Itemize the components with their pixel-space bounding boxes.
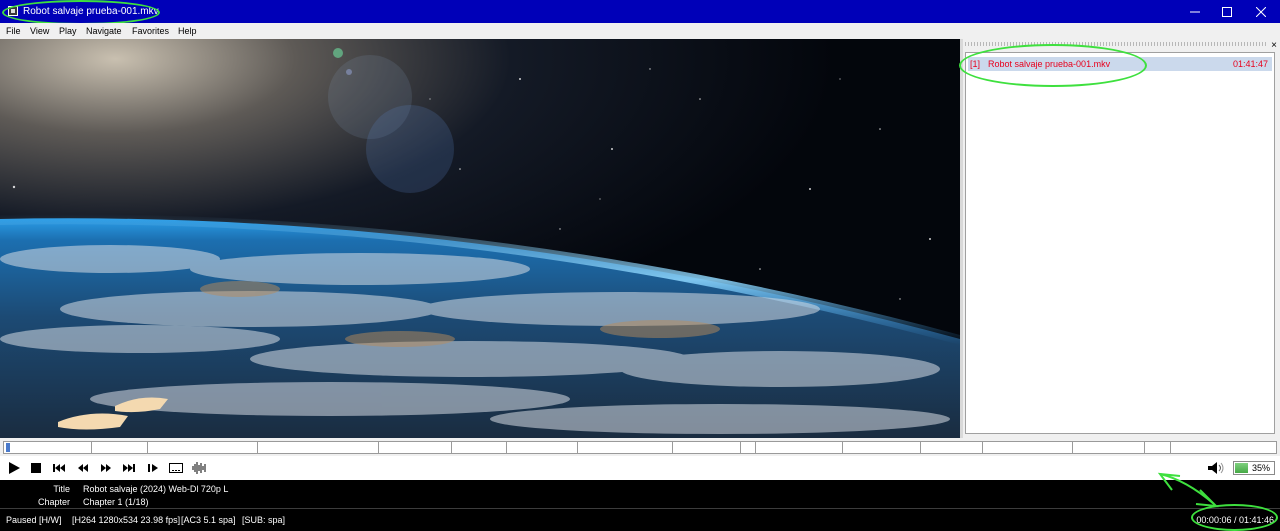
minimize-icon (1190, 11, 1200, 13)
maximize-button[interactable] (1212, 0, 1242, 23)
volume-text: 35% (1251, 463, 1270, 473)
menu-help[interactable]: Help (178, 26, 197, 36)
minimize-button[interactable] (1180, 0, 1210, 23)
chapter-mark (577, 442, 578, 453)
info-panel: Title Robot salvaje (2024) Web-Dl 720p L… (0, 480, 1280, 508)
info-title-value: Robot salvaje (2024) Web-Dl 720p L (83, 484, 229, 494)
volume-slider[interactable]: 35% (1233, 461, 1275, 475)
info-chapter-value: Chapter 1 (1/18) (83, 497, 149, 507)
video-frame[interactable] (0, 39, 960, 438)
seek-bar[interactable] (3, 441, 1277, 454)
chapter-mark (842, 442, 843, 453)
skip-back-icon[interactable] (51, 460, 67, 476)
maximize-icon (1222, 7, 1232, 17)
status-audio-info: [AC3 5.1 spa] (181, 515, 236, 525)
menu-favorites[interactable]: Favorites (132, 26, 169, 36)
annotation-arrow (1157, 472, 1219, 508)
chapter-mark (1144, 442, 1145, 453)
chapter-mark (257, 442, 258, 453)
menu-file[interactable]: File (6, 26, 21, 36)
status-state: Paused [H/W] (6, 515, 62, 525)
chapter-mark (672, 442, 673, 453)
menu-play[interactable]: Play (59, 26, 77, 36)
info-title-label: Title (53, 484, 70, 494)
status-subtitle-info: [SUB: spa] (242, 515, 286, 525)
playlist-panel: × [1] Robot salvaje prueba-001.mkv 01:41… (963, 39, 1280, 438)
menu-navigate[interactable]: Navigate (86, 26, 122, 36)
menu-bar: File View Play Navigate Favorites Help (0, 23, 1280, 39)
subtitles-icon[interactable] (168, 460, 184, 476)
playlist-list[interactable]: [1] Robot salvaje prueba-001.mkv 01:41:4… (965, 52, 1275, 434)
volume-level-fill (1235, 463, 1248, 473)
info-chapter-label: Chapter (37, 497, 70, 507)
menu-view[interactable]: View (30, 26, 49, 36)
chapter-mark (1072, 442, 1073, 453)
chapter-mark (982, 442, 983, 453)
video-earth-image (0, 39, 960, 438)
close-icon (1255, 6, 1267, 18)
control-bar: 35% (0, 456, 1280, 480)
status-bar: Paused [H/W] [H264 1280x534 23.98 fps] [… (0, 508, 1280, 531)
audio-waveform-icon[interactable] (191, 460, 207, 476)
chapter-mark (147, 442, 148, 453)
fast-forward-icon[interactable] (98, 460, 114, 476)
chapter-mark (1170, 442, 1171, 453)
play-icon[interactable] (6, 460, 22, 476)
chapter-mark (378, 442, 379, 453)
stop-icon[interactable] (28, 460, 44, 476)
playlist-item-duration: 01:41:47 (1232, 59, 1268, 69)
chapter-mark (451, 442, 452, 453)
playlist-close-button[interactable]: × (1271, 40, 1277, 51)
annotation-playlist-circle (959, 44, 1147, 87)
rewind-icon[interactable] (75, 460, 91, 476)
frame-step-icon[interactable] (145, 460, 161, 476)
chapter-mark (920, 442, 921, 453)
close-button[interactable] (1246, 0, 1276, 23)
seek-position[interactable] (6, 443, 10, 452)
chapter-mark (91, 442, 92, 453)
chapter-mark (740, 442, 741, 453)
chapter-mark (506, 442, 507, 453)
status-video-info: [H264 1280x534 23.98 fps] (72, 515, 181, 525)
title-bar: Robot salvaje prueba-001.mkv (0, 0, 1280, 23)
chapter-mark (755, 442, 756, 453)
annotation-title-circle (2, 0, 160, 25)
skip-forward-icon[interactable] (121, 460, 137, 476)
